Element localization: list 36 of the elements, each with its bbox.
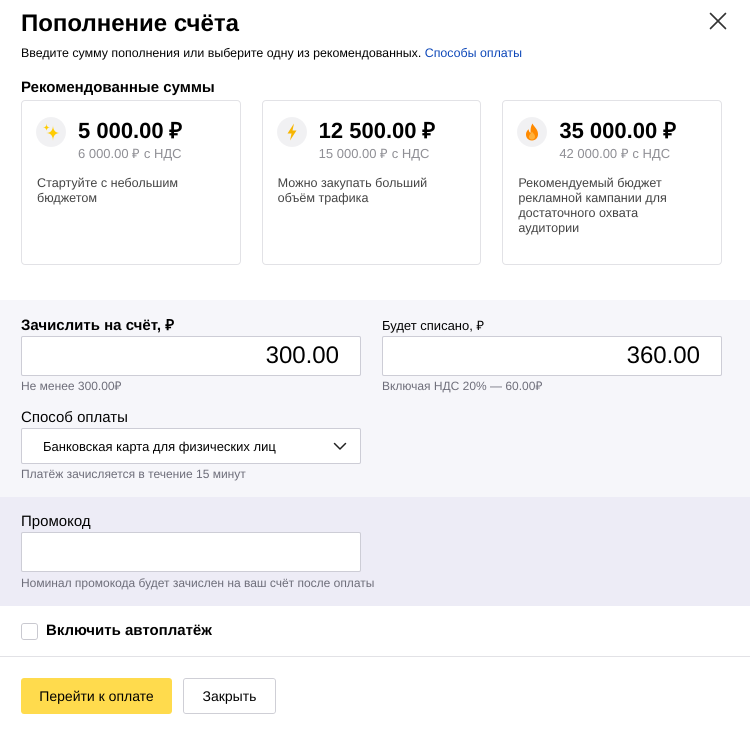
amount-text: 35 000.00 ₽: [559, 117, 676, 145]
close-icon[interactable]: [709, 12, 727, 30]
charge-amount-field[interactable]: 360.00: [382, 336, 722, 376]
field-label: Способ оплаты: [21, 408, 129, 428]
payment-method-select[interactable]: Банковская карта для физических лиц: [21, 428, 361, 464]
dialog-title: Пополнение счёта: [21, 9, 239, 39]
field-label: Зачислить на счёт, ₽: [21, 316, 176, 336]
sparkles-icon: [36, 117, 66, 147]
field-hint: Не менее 300.00₽: [21, 378, 123, 394]
close-button[interactable]: Закрыть: [183, 678, 276, 714]
credit-amount-field[interactable]: 300.00: [21, 336, 361, 376]
promo-code-field[interactable]: [21, 532, 361, 572]
flame-icon: [517, 117, 548, 147]
pay-button[interactable]: Перейти к оплате: [21, 678, 172, 714]
autopay-checkbox[interactable]: [21, 622, 38, 640]
field-label: Будет списано, ₽: [382, 317, 486, 335]
subtitle-text: Введите сумму пополнения или выберите одну из рекомендованных. Способы оплаты: [21, 45, 523, 62]
payment-methods-link[interactable]: Способы оплаты: [424, 46, 522, 60]
lightning-icon: [276, 117, 307, 147]
amount-text: 5 000.00 ₽: [78, 117, 183, 145]
amount-card[interactable]: 5 000.00 ₽ 6 000.00 ₽ с НДС Стартуйте с небольшим бюджетом: [21, 100, 241, 265]
vat-amount-text: 15 000.00 ₽ с НДС: [318, 145, 430, 163]
vat-amount-text: 6 000.00 ₽ с НДС: [78, 145, 183, 163]
field-label: Промокод: [21, 512, 92, 532]
card-description: Рекомендуемый бюджет рекламной кампании для достаточного охвата аудитории: [517, 176, 668, 236]
field-hint: Платёж зачисляется в течение 15 минут: [21, 466, 247, 482]
field-hint: Номинал промокода будет зачислен на ваш счёт после оплаты: [21, 575, 376, 591]
amount-card[interactable]: 12 500.00 ₽ 15 000.00 ₽ с НДС Можно закупать больший объём трафика: [262, 100, 482, 265]
vat-amount-text: 42 000.00 ₽ с НДС: [559, 145, 672, 163]
checkbox-label: Включить автоплатёж: [46, 621, 212, 641]
amount-text: 12 500.00 ₽: [318, 117, 436, 145]
section-heading: Рекомендованные суммы: [21, 78, 216, 98]
card-description: Стартуйте с небольшим бюджетом: [36, 176, 180, 206]
amount-card[interactable]: 35 000.00 ₽ 42 000.00 ₽ с НДС Рекомендуемый бюджет рекламной кампании для достаточного охвата аудитории: [502, 100, 722, 265]
card-description: Можно закупать больший объём трафика: [276, 176, 428, 206]
field-hint: Включая НДС 20% — 60.00₽: [382, 378, 544, 394]
